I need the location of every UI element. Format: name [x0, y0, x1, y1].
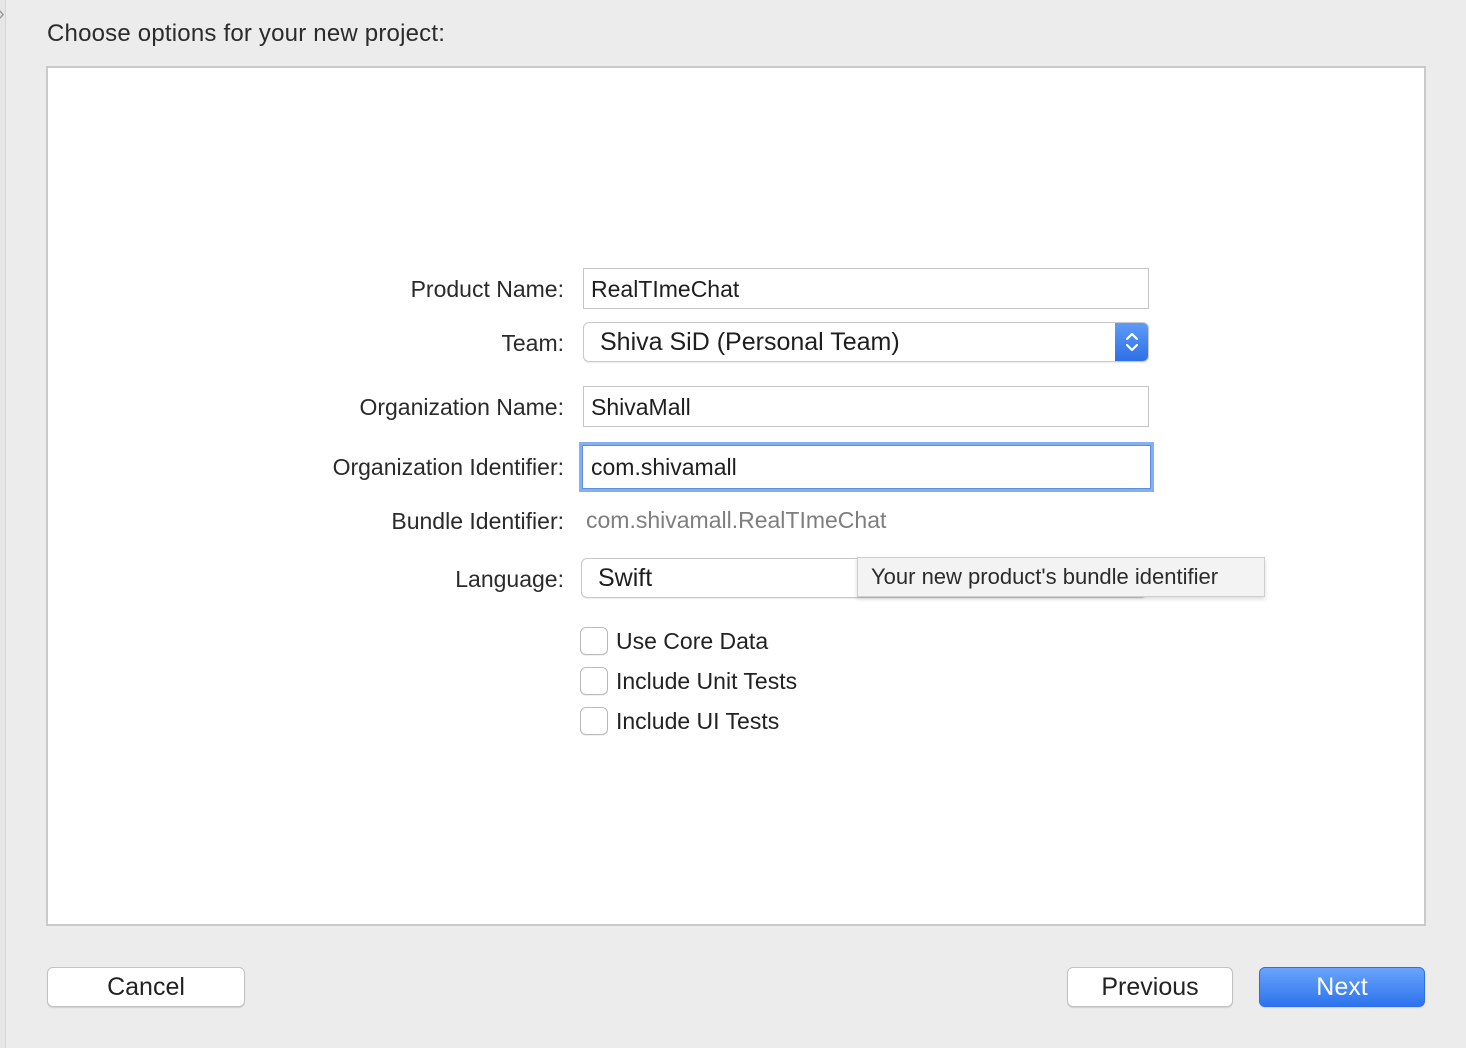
previous-button[interactable]: Previous	[1067, 967, 1233, 1007]
include-ui-tests-label: Include UI Tests	[616, 707, 780, 734]
bundle-identifier-tooltip: Your new product's bundle identifier	[857, 557, 1265, 597]
organization-identifier-field[interactable]: com.shivamall	[579, 442, 1154, 492]
chevron-right-icon: ›	[0, 4, 5, 24]
sidebar-edge: ›	[0, 0, 6, 1048]
bundle-identifier-value: com.shivamall.RealTImeChat	[586, 507, 887, 533]
organization-name-label: Organization Name:	[359, 394, 564, 420]
team-popup[interactable]: Shiva SiD (Personal Team)	[583, 322, 1149, 362]
language-label: Language:	[455, 566, 564, 592]
up-down-arrows-icon	[1115, 323, 1148, 361]
product-name-field[interactable]: RealTImeChat	[583, 268, 1149, 309]
include-ui-tests-option[interactable]: Include UI Tests	[580, 706, 779, 736]
use-core-data-checkbox[interactable]	[580, 627, 608, 655]
use-core-data-option[interactable]: Use Core Data	[580, 626, 768, 656]
next-button[interactable]: Next	[1259, 967, 1425, 1007]
organization-identifier-label: Organization Identifier:	[332, 454, 564, 480]
use-core-data-label: Use Core Data	[616, 627, 769, 654]
new-project-dialog: › Choose options for your new project: P…	[0, 0, 1466, 1048]
include-unit-tests-checkbox[interactable]	[580, 667, 608, 695]
team-label: Team:	[501, 330, 564, 356]
product-name-label: Product Name:	[410, 276, 564, 302]
options-panel	[46, 66, 1426, 926]
include-unit-tests-option[interactable]: Include Unit Tests	[580, 666, 797, 696]
organization-name-field[interactable]: ShivaMall	[583, 386, 1149, 427]
language-popup-value: Swift	[598, 564, 653, 592]
include-ui-tests-checkbox[interactable]	[580, 707, 608, 735]
include-unit-tests-label: Include Unit Tests	[616, 667, 798, 694]
bundle-identifier-label: Bundle Identifier:	[391, 508, 564, 534]
team-popup-value: Shiva SiD (Personal Team)	[600, 328, 900, 356]
dialog-heading: Choose options for your new project:	[47, 20, 446, 47]
cancel-button[interactable]: Cancel	[47, 967, 245, 1007]
